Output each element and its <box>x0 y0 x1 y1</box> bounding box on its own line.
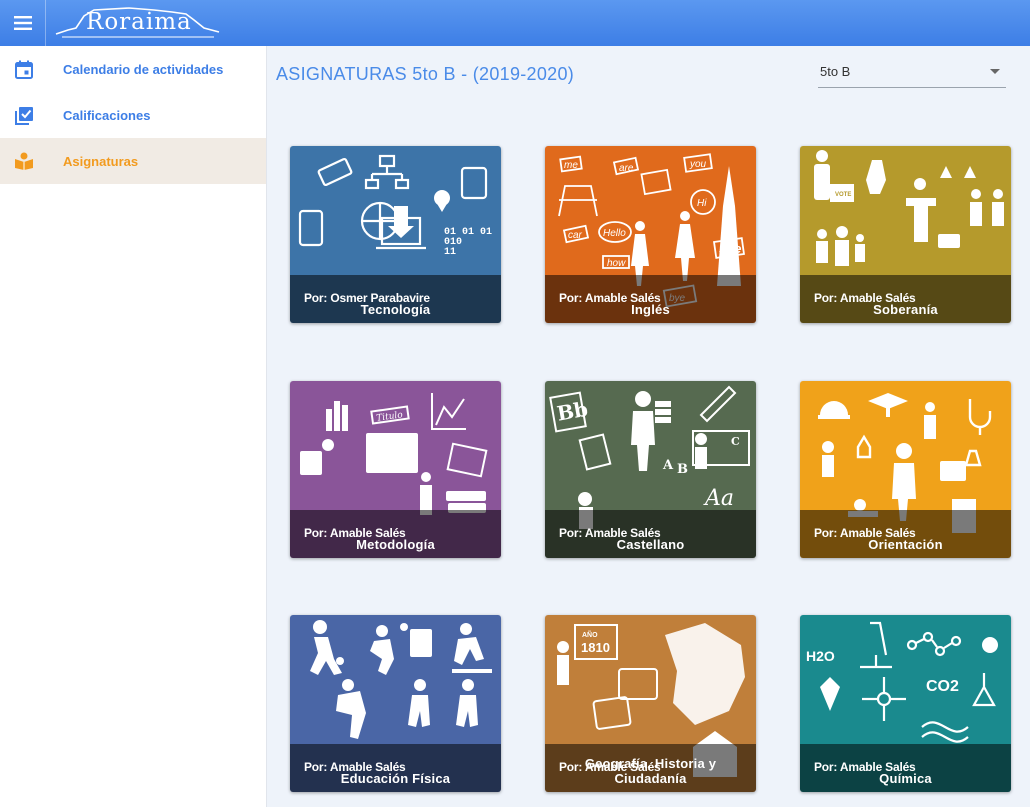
checklist-icon <box>14 105 34 125</box>
svg-text:C: C <box>731 435 740 448</box>
card-subject: Tecnología <box>360 302 431 317</box>
card-subject: Geografía, Historia y Ciudadanía <box>545 756 756 786</box>
subject-card-metodologia[interactable]: Titulo Por: Amable Salés Metodología <box>290 381 501 558</box>
svg-text:A: A <box>662 458 674 473</box>
book-reader-icon <box>14 151 34 171</box>
svg-text:me: me <box>564 160 578 171</box>
svg-text:car: car <box>568 230 583 241</box>
sidebar-item-label: Calendario de actividades <box>63 61 224 77</box>
sidebar: Calendario de actividades Calificaciones… <box>0 46 267 807</box>
card-subject: Castellano <box>616 537 685 552</box>
subject-card-tecnologia[interactable]: 01 01 01 010 11 Por: Osmer Parabavire Te… <box>290 146 501 323</box>
page-title: ASIGNATURAS 5to B - (2019-2020) <box>276 64 575 84</box>
card-subject: Inglés <box>631 302 670 317</box>
svg-text:1810: 1810 <box>581 640 610 655</box>
subject-card-soberania[interactable]: VOTE Por: Amable Salés Soberanía <box>800 146 1011 323</box>
sidebar-item-asignaturas[interactable]: Asignaturas <box>0 138 266 184</box>
subject-card-quimica[interactable]: H2O CO2 Por: Amable Salés Química <box>800 615 1011 792</box>
svg-text:B: B <box>677 462 688 477</box>
sidebar-item-label: Asignaturas <box>63 153 139 169</box>
svg-text:H2O: H2O <box>806 648 835 664</box>
calendar-icon <box>14 59 34 79</box>
card-subject: Soberanía <box>873 302 938 317</box>
subject-card-educacion-fisica[interactable]: Por: Amable Salés Educación Física <box>290 615 501 792</box>
chevron-down-icon <box>990 69 1000 74</box>
svg-text:11: 11 <box>444 247 456 258</box>
svg-text:Aa: Aa <box>703 486 734 511</box>
svg-text:CO2: CO2 <box>926 678 959 695</box>
svg-text:AÑO: AÑO <box>582 630 598 639</box>
sidebar-item-label: Calificaciones <box>63 107 151 123</box>
svg-text:you: you <box>689 159 707 170</box>
section-select[interactable]: 5to B <box>818 60 1006 88</box>
svg-text:Titulo: Titulo <box>376 410 404 424</box>
section-select-value: 5to B <box>820 64 851 79</box>
card-subject: Metodología <box>356 537 435 552</box>
card-subject-line1: Geografía, Historia y <box>584 756 717 771</box>
card-subject-line2: Ciudadanía <box>614 771 687 786</box>
menu-button[interactable] <box>0 0 46 46</box>
logo-text: Roraima <box>86 9 192 35</box>
hamburger-icon <box>13 16 32 30</box>
subject-card-geografia-historia-ciudadania[interactable]: AÑO 1810 Por: Amable Salés Geografía, Hi… <box>545 615 756 792</box>
svg-text:Hello: Hello <box>603 228 626 239</box>
sidebar-item-calificaciones[interactable]: Calificaciones <box>0 92 266 138</box>
card-subject: Educación Física <box>340 771 451 786</box>
app-logo[interactable]: Roraima <box>54 0 224 46</box>
svg-text:VOTE: VOTE <box>835 192 851 198</box>
svg-text:how: how <box>607 258 626 269</box>
card-subject: Orientación <box>868 537 943 552</box>
subject-card-castellano[interactable]: Bb A B C Aa Por: Amable Salés Castellano <box>545 381 756 558</box>
top-app-bar: Roraima <box>0 0 1030 46</box>
card-subject: Química <box>879 771 932 786</box>
svg-text:she: she <box>719 241 741 256</box>
sidebar-item-calendario[interactable]: Calendario de actividades <box>0 46 266 92</box>
svg-text:Hi: Hi <box>697 198 707 209</box>
subject-card-ingles[interactable]: me are you Hi Hello car how she bye Por:… <box>545 146 756 323</box>
svg-text:are: are <box>619 163 634 174</box>
subject-card-orientacion[interactable]: Por: Amable Salés Orientación <box>800 381 1011 558</box>
